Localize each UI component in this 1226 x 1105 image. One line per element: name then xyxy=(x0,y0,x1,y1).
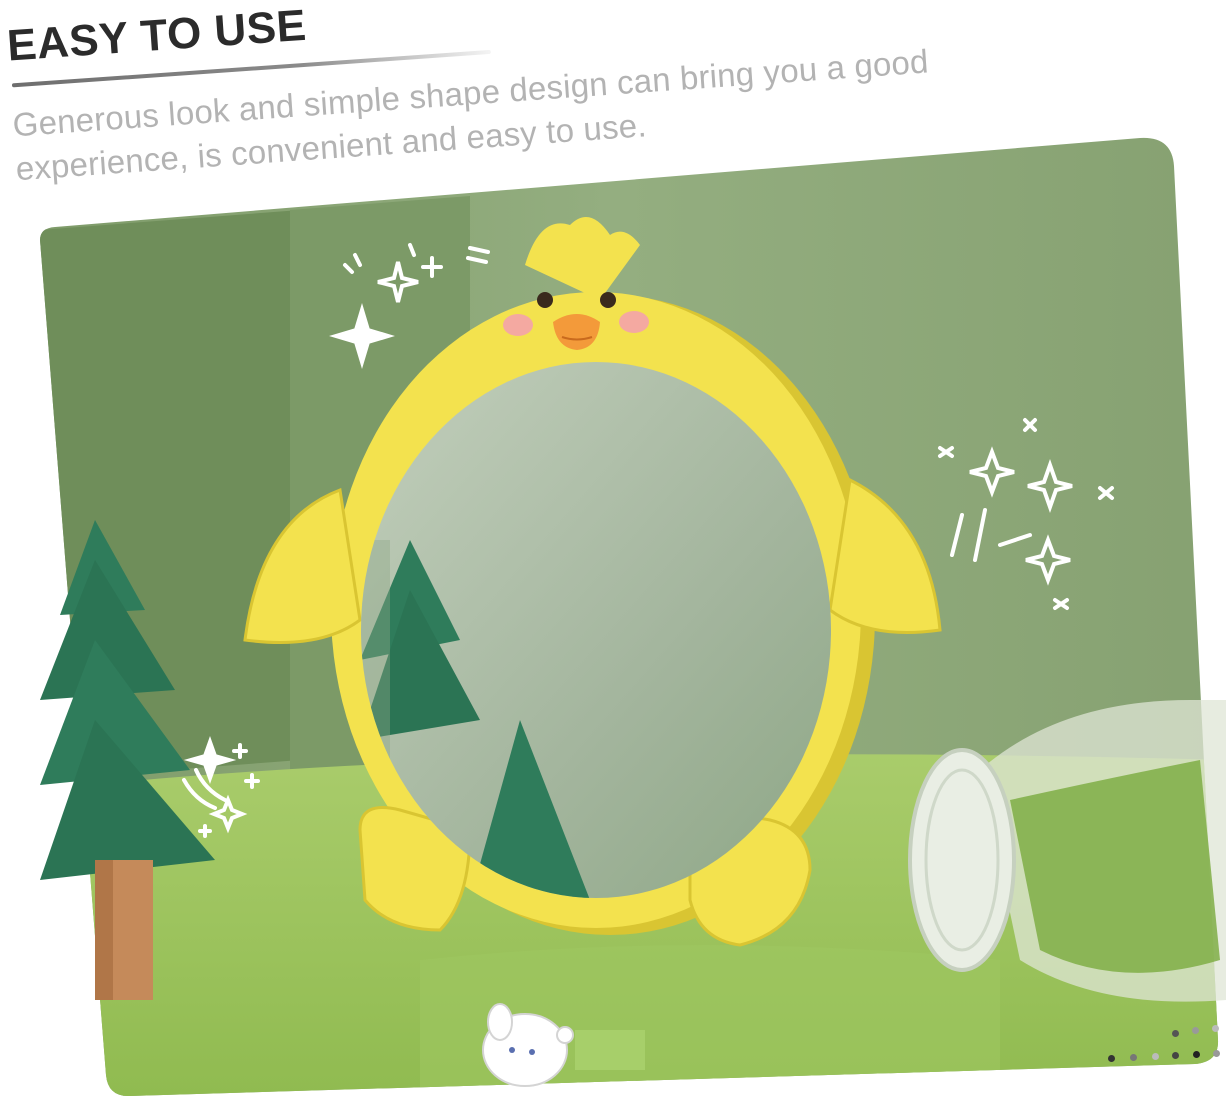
dot-icon[interactable] xyxy=(1108,1055,1115,1062)
dot-icon[interactable] xyxy=(1130,1054,1137,1061)
dot-icon[interactable] xyxy=(1152,1053,1159,1060)
dot-icon[interactable] xyxy=(1172,1030,1179,1037)
dot-icon[interactable] xyxy=(1193,1051,1200,1058)
page-title: EASY TO USE xyxy=(5,0,308,71)
product-image-panel: EASY TO USE Generous look and simple sha… xyxy=(0,0,1226,1105)
dot-icon[interactable] xyxy=(1172,1052,1179,1059)
dot-icon[interactable] xyxy=(1192,1027,1199,1034)
dot-icon[interactable] xyxy=(1213,1050,1220,1057)
dot-icon[interactable] xyxy=(1212,1025,1219,1032)
